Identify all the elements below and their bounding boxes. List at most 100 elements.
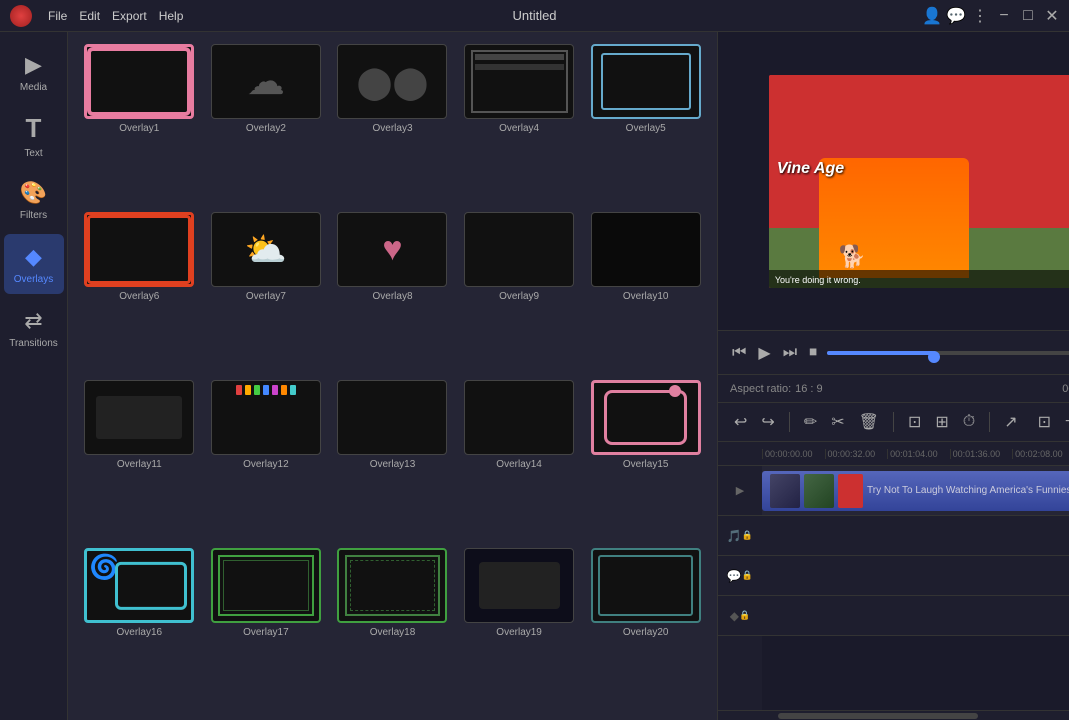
sidebar-item-text[interactable]: T Text (4, 106, 64, 166)
video-track-label: ▶ (718, 466, 762, 516)
user-icon[interactable]: 👤 (925, 9, 939, 23)
ruler-mark-3: 00:01:36.00 (950, 449, 1013, 459)
progress-handle[interactable] (928, 351, 940, 363)
overlay-item-9[interactable]: Overlay9 (460, 212, 579, 372)
overlay-item-7[interactable]: ⛅ Overlay7 (207, 212, 326, 372)
tracks-content: Try Not To Laugh Watching America's Funn… (762, 466, 1069, 710)
scrollbar-thumb[interactable] (778, 713, 978, 719)
overlay-thumb-8: ♥ (337, 212, 447, 287)
overlay-thumb-12 (211, 380, 321, 455)
undo-button[interactable]: ↩ (730, 409, 751, 435)
delete-button[interactable]: 🗑 (855, 409, 883, 435)
menu-export[interactable]: Export (112, 9, 147, 23)
edit-button[interactable]: ✏ (800, 409, 821, 435)
video-clip[interactable]: Try Not To Laugh Watching America's Funn… (762, 471, 1069, 511)
sidebar-item-media[interactable]: ▶ Media (4, 42, 64, 102)
overlay-item-18[interactable]: Overlay18 (333, 548, 452, 708)
overlay-item-6[interactable]: Overlay6 (80, 212, 199, 372)
aspect-ratio-label: Aspect ratio: (730, 383, 791, 395)
overlay-item-8[interactable]: ♥ Overlay8 (333, 212, 452, 372)
maximize-button[interactable]: □ (1021, 9, 1035, 23)
stop-button[interactable]: ⏹ (807, 342, 819, 364)
playback-controls: ⏮ ▶ ⏭ ⏹ 🔊 ⛶ (718, 330, 1069, 374)
text-label: Text (24, 148, 42, 159)
mosaic-button[interactable]: ⊞ (931, 409, 952, 435)
overlay-item-13[interactable]: Overlay13 (333, 380, 452, 540)
main-layout: ▶ Media T Text 🎨 Filters ◆ Overlays ⇄ Tr… (0, 32, 1069, 720)
overlay-item-3[interactable]: ⬤⬤ Overlay3 (333, 44, 452, 204)
toolbar-separator-2 (893, 412, 894, 432)
overlay-item-17[interactable]: Overlay17 (207, 548, 326, 708)
overlay-label-1: Overlay1 (119, 123, 159, 134)
overlay-thumb-16: 🌀 (84, 548, 194, 623)
transitions-label: Transitions (9, 338, 58, 349)
overlay-thumb-20 (591, 548, 701, 623)
sidebar-item-transitions[interactable]: ⇄ Transitions (4, 298, 64, 358)
export-button[interactable]: ↗ (1000, 409, 1021, 435)
overlay-item-5[interactable]: Overlay5 (586, 44, 705, 204)
timeline-area: 00:00:00.00 00:00:32.00 00:01:04.00 00:0… (718, 442, 1069, 720)
minimize-button[interactable]: − (997, 9, 1011, 23)
overlay-thumb-14 (464, 380, 574, 455)
toolbar-separator-1 (789, 412, 790, 432)
overlay-label-19: Overlay19 (496, 627, 542, 638)
filters-icon: 🎨 (20, 180, 47, 206)
step-back-button[interactable]: ⏮ (730, 342, 748, 364)
step-forward-button[interactable]: ⏭ (781, 342, 799, 364)
more-icon[interactable]: ⋮ (973, 9, 987, 23)
overlay-item-14[interactable]: Overlay14 (460, 380, 579, 540)
menu-bar: File Edit Export Help (48, 9, 183, 23)
right-panel: Vine Age 🤓 🐕 You're doing it wrong. ⏮ ▶ … (718, 32, 1069, 720)
overlay-thumb-15 (591, 380, 701, 455)
menu-help[interactable]: Help (159, 9, 184, 23)
audio-track-label: 🎵 🔒 (718, 516, 762, 556)
menu-edit[interactable]: Edit (79, 9, 100, 23)
overlay-item-12[interactable]: Overlay12 (207, 380, 326, 540)
menu-file[interactable]: File (48, 9, 67, 23)
zoom-out-button[interactable]: − (1061, 410, 1069, 434)
close-button[interactable]: ✕ (1045, 9, 1059, 23)
speed-button[interactable]: ⏱ (959, 410, 979, 434)
sidebar-item-overlays[interactable]: ◆ Overlays (4, 234, 64, 294)
timeline-ruler: 00:00:00.00 00:00:32.00 00:01:04.00 00:0… (718, 442, 1069, 466)
progress-fill (827, 351, 934, 355)
overlay-item-19[interactable]: Overlay19 (460, 548, 579, 708)
overlay-label-8: Overlay8 (372, 291, 412, 302)
cut-button[interactable]: ✂ (827, 409, 848, 435)
redo-button[interactable]: ↪ (757, 409, 778, 435)
playback-progress[interactable] (827, 351, 1069, 355)
preview-area: Vine Age 🤓 🐕 You're doing it wrong. (718, 32, 1069, 330)
time-display: 00:01:32.00 / 00:12:56.09 (1062, 383, 1069, 395)
zoom-controls: ⊡ − + (1034, 409, 1069, 435)
clip-thumb-2 (804, 474, 834, 508)
overlay-grid: Overlay1 ☁ Overlay2 ⬤⬤ Overlay3 (68, 32, 717, 720)
sidebar-item-filters[interactable]: 🎨 Filters (4, 170, 64, 230)
overlay-item-15[interactable]: Overlay15 (586, 380, 705, 540)
overlay-item-10[interactable]: Overlay10 (586, 212, 705, 372)
overlay-label-2: Overlay2 (246, 123, 286, 134)
overlay-item-4[interactable]: Overlay4 (460, 44, 579, 204)
ruler-mark-1: 00:00:32.00 (825, 449, 888, 459)
clip-title: Try Not To Laugh Watching America's Funn… (867, 485, 1069, 496)
sidebar: ▶ Media T Text 🎨 Filters ◆ Overlays ⇄ Tr… (0, 32, 68, 720)
overlay-item-1[interactable]: Overlay1 (80, 44, 199, 204)
chat-icon[interactable]: 💬 (949, 9, 963, 23)
subtitle-icon: 💬 (727, 569, 742, 583)
transitions-icon: ⇄ (24, 308, 42, 334)
overlay-item-16[interactable]: 🌀 Overlay16 (80, 548, 199, 708)
ruler-mark-4: 00:02:08.00 (1012, 449, 1069, 459)
timeline-scrollbar[interactable] (718, 710, 1069, 720)
preview-video: Vine Age 🤓 🐕 You're doing it wrong. (769, 75, 1069, 288)
play-button[interactable]: ▶ (756, 341, 772, 365)
crop-button[interactable]: ⊡ (904, 409, 925, 435)
overlay-thumb-10 (591, 212, 701, 287)
overlay-item-2[interactable]: ☁ Overlay2 (207, 44, 326, 204)
fit-button[interactable]: ⊡ (1034, 409, 1055, 435)
audio-track (762, 516, 1069, 556)
overlay-label-5: Overlay5 (626, 123, 666, 134)
preview-animal: 🐕 (839, 244, 866, 270)
video-track-icon: ▶ (736, 484, 744, 497)
overlay-label-9: Overlay9 (499, 291, 539, 302)
overlay-item-11[interactable]: Overlay11 (80, 380, 199, 540)
overlay-item-20[interactable]: Overlay20 (586, 548, 705, 708)
